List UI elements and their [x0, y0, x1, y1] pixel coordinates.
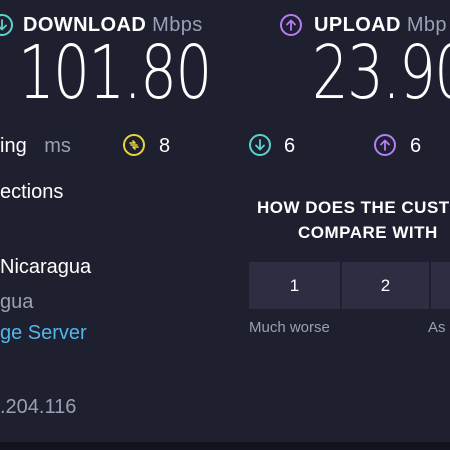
rating-high-label: As — [428, 319, 446, 336]
change-server-link[interactable]: ge Server — [0, 322, 87, 345]
rating-option-label: 1 — [289, 275, 300, 295]
upload-arrow-icon — [280, 14, 302, 36]
isp-country: gua — [0, 291, 34, 313]
download-speed-value: 101.80 — [18, 30, 212, 116]
download-latency-value: 6 — [284, 135, 296, 157]
rating-option-label: 2 — [380, 275, 391, 295]
connections-label: ections — [0, 181, 64, 203]
rating-option-1[interactable]: 1 — [249, 262, 340, 309]
ping-stat: ing ms — [0, 135, 71, 158]
jitter-icon — [123, 134, 145, 156]
rating-low-label: Much worse — [249, 319, 330, 336]
upload-speed-value: 23.90 — [312, 30, 450, 116]
ping-label: ing — [0, 135, 27, 157]
upload-latency-value: 6 — [410, 135, 422, 157]
download-arrow-icon — [0, 14, 13, 36]
ping-unit: ms — [44, 135, 71, 157]
ip-address: .204.116 — [0, 396, 77, 418]
survey-question-line2: COMPARE WITH — [298, 223, 438, 242]
download-latency-icon — [249, 134, 271, 156]
rating-option-3[interactable] — [431, 262, 450, 309]
jitter-value: 8 — [159, 135, 171, 157]
upload-latency-icon — [374, 134, 396, 156]
survey-question-line1: HOW DOES THE CUST — [257, 198, 450, 217]
isp-location: Nicaragua — [0, 256, 92, 278]
bottom-bar — [0, 442, 450, 450]
rating-option-2[interactable]: 2 — [342, 262, 429, 309]
